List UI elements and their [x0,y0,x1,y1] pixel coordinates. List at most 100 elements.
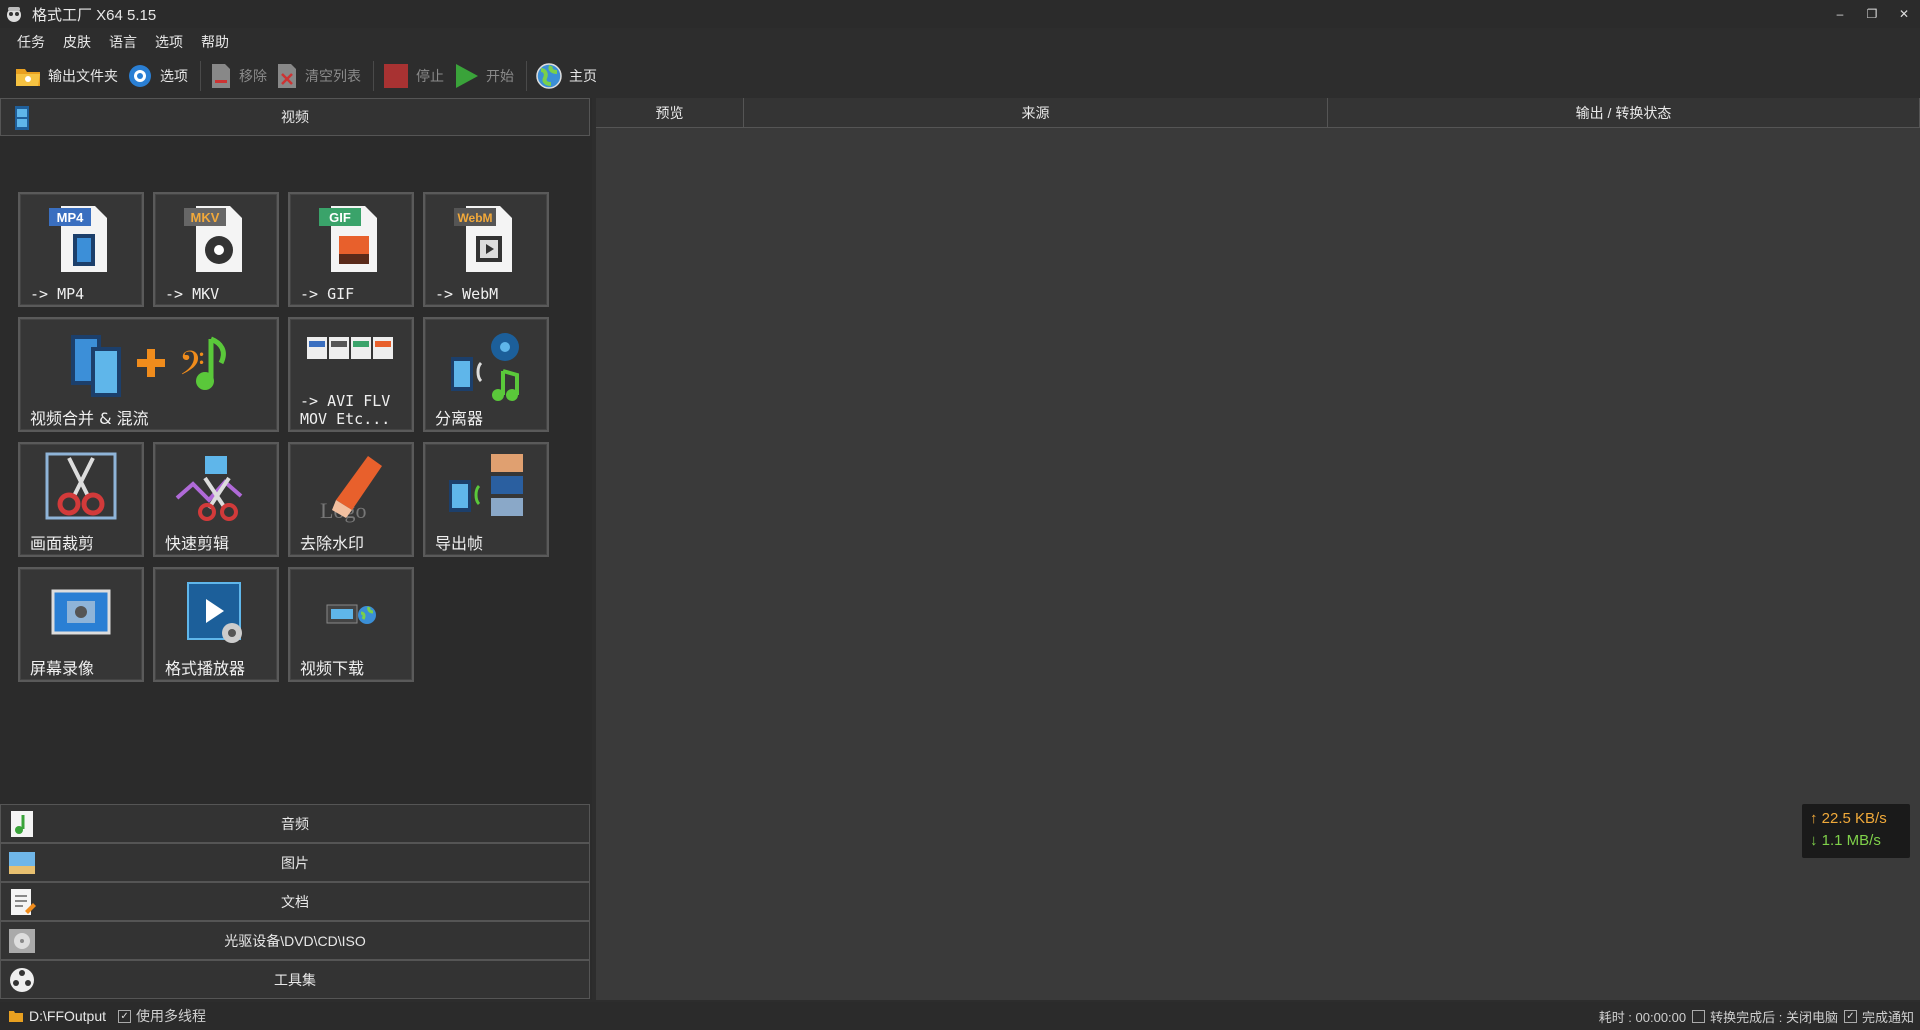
category-document-label: 文档 [281,893,309,910]
tile-video-download-label: 视频下载 [300,659,365,678]
menu-options[interactable]: 选项 [146,32,192,52]
player-icon [187,582,242,643]
start-button[interactable]: 开始 [450,59,520,93]
disc-drive-icon [9,929,35,953]
multithread-label: 使用多线程 [136,1008,207,1024]
tile-to-gif[interactable]: GIF -> GIF [288,192,414,307]
column-preview[interactable]: 预览 [596,98,744,128]
tile-export-frames[interactable]: 导出帧 [423,442,549,557]
home-button[interactable]: 主页 [533,59,603,93]
after-convert-label: 转换完成后 : 关闭电脑 [1710,1009,1838,1025]
tile-to-webm[interactable]: WebM -> WebM [423,192,549,307]
film-strip-icon [15,106,29,130]
restore-button[interactable]: ❐ [1856,0,1888,28]
document-edit-icon [11,889,36,915]
category-image[interactable]: 图片 [0,843,590,882]
tile-splitter-label: 分离器 [435,409,484,428]
splitter-icon [451,333,519,401]
remove-label: 移除 [239,68,267,84]
category-optical[interactable]: 光驱设备\DVD\CD\ISO [0,921,590,960]
toolbar-divider [200,61,201,91]
tile-format-player[interactable]: 格式播放器 [153,567,279,682]
output-folder-button[interactable]: 输出文件夹 [12,59,124,93]
window-title: 格式工厂 X64 5.15 [32,6,157,24]
output-path-text: D:\FFOutput [29,1008,107,1024]
video-tools-grid: MP4 -> MP4 MKV -> MKV GIF -> GIF WebM ->… [0,136,590,802]
minimize-button[interactable]: – [1824,0,1856,28]
notify-label: 完成通知 [1861,1009,1914,1025]
tile-screen-record[interactable]: 屏幕录像 [18,567,144,682]
toolbox-icon [10,968,34,992]
download-speed: ↓ 1.1 MB/s [1810,832,1881,849]
upload-speed: ↑ 22.5 KB/s [1810,810,1887,827]
category-document[interactable]: 文档 [0,882,590,921]
tile-to-webm-label: -> WebM [435,285,499,303]
category-audio[interactable]: 音频 [0,804,590,843]
stop-icon [384,64,408,88]
eraser-icon: Logo [320,456,382,523]
export-frames-icon [449,454,523,516]
tile-crop-label: 画面裁剪 [30,534,95,553]
tile-format-player-label: 格式播放器 [165,659,246,678]
options-label: 选项 [160,68,188,84]
task-list-panel[interactable]: 预览 来源 输出 / 转换状态 ↑ 22.5 KB/s ↓ 1.1 MB/s [596,98,1920,1000]
toolbar: 输出文件夹 选项 移除 清空列表 停止 开始 主页 [0,58,1920,94]
category-image-label: 图片 [281,854,309,871]
toolbar-divider [526,61,527,91]
elapsed-time: 耗时 : 00:00:00 [1598,1009,1687,1025]
column-output-status[interactable]: 输出 / 转换状态 [1328,98,1920,128]
webm-badge: WebM [457,211,492,225]
stop-button[interactable]: 停止 [380,59,450,93]
tile-crop[interactable]: 画面裁剪 [18,442,144,557]
tile-to-gif-label: -> GIF [300,285,355,303]
toolbar-divider [373,61,374,91]
category-video-label: 视频 [281,109,309,125]
multithread-checkbox[interactable]: ✓ [118,1009,132,1023]
column-source[interactable]: 来源 [744,98,1328,128]
tile-to-mkv[interactable]: MKV -> MKV [153,192,279,307]
menu-help[interactable]: 帮助 [192,32,238,52]
stop-label: 停止 [416,68,444,84]
tile-remove-watermark-label: 去除水印 [300,534,365,553]
close-button[interactable]: ✕ [1888,0,1920,28]
tile-to-mp4[interactable]: MP4 -> MP4 [18,192,144,307]
output-folder-label: 输出文件夹 [48,68,118,84]
options-button[interactable]: 选项 [124,59,194,93]
globe-icon [536,63,562,89]
tile-video-merge[interactable]: 𝄢 视频合并 & 混流 [18,317,279,432]
menu-bar: 任务 皮肤 语言 选项 帮助 [0,30,238,54]
play-icon [456,64,478,88]
category-video-header[interactable]: 视频 [0,98,590,136]
output-folder-path[interactable]: D:\FFOutput [8,1008,106,1024]
video-download-icon [326,604,376,624]
remove-button[interactable]: 移除 [207,59,273,93]
gif-file-icon: GIF [319,206,377,272]
merge-video-music-icon: 𝄢 [70,335,226,397]
mkv-badge: MKV [191,210,220,225]
tile-splitter[interactable]: 分离器 [423,317,549,432]
menu-skin[interactable]: 皮肤 [54,32,100,52]
status-bar: D:\FFOutput ✓ 使用多线程 耗时 : 00:00:00 转换完成后 … [0,1002,1920,1030]
mkv-file-icon: MKV [184,206,242,272]
tile-quick-cut[interactable]: 快速剪辑 [153,442,279,557]
after-convert-checkbox[interactable] [1692,1009,1706,1023]
folder-icon [16,69,40,86]
task-list-header: 预览 来源 输出 / 转换状态 [596,98,1920,128]
tile-remove-watermark[interactable]: Logo 去除水印 [288,442,414,557]
tile-screen-record-label: 屏幕录像 [30,659,95,678]
menu-language[interactable]: 语言 [100,32,146,52]
tile-to-avi-flv-mov[interactable]: -> AVI FLV MOV Etc... [288,317,414,432]
clear-list-button[interactable]: 清空列表 [273,59,367,93]
notify-checkbox[interactable]: ✓ [1843,1009,1857,1023]
tile-video-download[interactable]: 视频下载 [288,567,414,682]
picture-icon [9,852,35,874]
menu-task[interactable]: 任务 [8,32,54,52]
title-bar: 格式工厂 X64 5.15 – ❐ ✕ [0,0,1920,28]
tile-export-frames-label: 导出帧 [435,534,484,553]
music-note-icon [11,811,33,837]
gif-badge: GIF [329,210,351,225]
category-audio-label: 音频 [281,815,309,832]
category-optical-label: 光驱设备\DVD\CD\ISO [224,932,366,949]
clear-list-label: 清空列表 [305,68,361,84]
category-tools[interactable]: 工具集 [0,960,590,999]
